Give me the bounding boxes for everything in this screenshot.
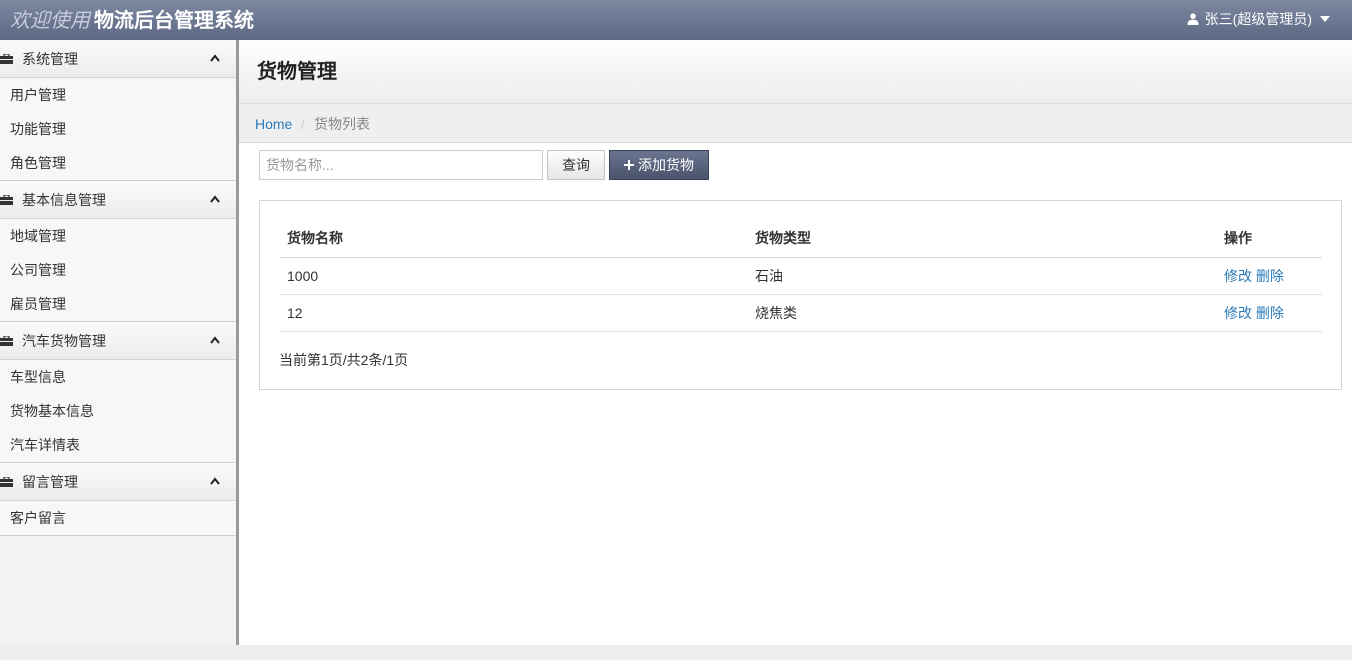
cell-actions: 修改 删除	[1216, 294, 1322, 332]
cargo-table-panel: 货物名称 货物类型 操作 1000 石油 修改 删除 12 烧焦类 修改 删除 …	[259, 200, 1342, 390]
sidebar-item-vehicle-type[interactable]: 车型信息	[0, 360, 236, 394]
sidebar-item-vehicle-details[interactable]: 汽车详情表	[0, 428, 236, 462]
edit-link[interactable]: 修改	[1224, 268, 1252, 284]
cell-actions: 修改 删除	[1216, 257, 1322, 295]
sidebar-group-label: 留言管理	[22, 474, 78, 490]
sidebar: 系统管理 用户管理 功能管理 角色管理 基本信息管理 地域管理 公司管理 雇员管…	[0, 40, 236, 645]
edit-link[interactable]: 修改	[1224, 305, 1252, 321]
column-header-actions: 操作	[1216, 220, 1322, 258]
delete-link[interactable]: 删除	[1256, 305, 1284, 321]
sidebar-group-basic-info[interactable]: 基本信息管理	[0, 181, 236, 219]
breadcrumb: Home / 货物列表	[239, 104, 1352, 143]
caret-down-icon	[1320, 16, 1330, 22]
cell-cargo-type: 石油	[747, 257, 1216, 295]
breadcrumb-separator: /	[301, 116, 305, 132]
sidebar-group-label: 汽车货物管理	[22, 333, 106, 349]
query-button[interactable]: 查询	[547, 150, 605, 180]
table-row: 12 烧焦类 修改 删除	[279, 294, 1322, 332]
chevron-up-icon	[210, 54, 220, 62]
delete-link[interactable]: 删除	[1256, 268, 1284, 284]
briefcase-icon	[0, 195, 13, 205]
sidebar-item-customer-messages[interactable]: 客户留言	[0, 501, 236, 535]
briefcase-icon	[0, 54, 13, 64]
sidebar-group-label: 基本信息管理	[22, 192, 106, 208]
cargo-name-search-input[interactable]	[259, 150, 543, 180]
top-bar: 欢迎使用 物流后台管理系统 张三(超级管理员)	[0, 0, 1352, 40]
cell-cargo-type: 烧焦类	[747, 294, 1216, 332]
column-header-cargo-name: 货物名称	[279, 220, 747, 258]
plus-icon	[624, 160, 634, 170]
table-row: 1000 石油 修改 删除	[279, 257, 1322, 295]
breadcrumb-home-link[interactable]: Home	[255, 116, 292, 132]
page-title: 货物管理	[257, 61, 337, 83]
user-icon	[1187, 13, 1199, 25]
sidebar-item-function-management[interactable]: 功能管理	[0, 112, 236, 146]
breadcrumb-current: 货物列表	[314, 116, 370, 132]
brand-system-name: 物流后台管理系统	[94, 8, 254, 32]
page-header: 货物管理	[239, 40, 1352, 104]
briefcase-icon	[0, 477, 13, 487]
briefcase-icon	[0, 336, 13, 346]
user-name: 张三(超级管理员)	[1204, 11, 1312, 27]
sidebar-item-employee-management[interactable]: 雇员管理	[0, 287, 236, 321]
sidebar-group-items: 用户管理 功能管理 角色管理	[0, 78, 236, 181]
main-content: 货物管理 Home / 货物列表 查询 添加货物 货物名称 货物类型 操作	[239, 40, 1352, 645]
chevron-up-icon	[210, 477, 220, 485]
sidebar-item-user-management[interactable]: 用户管理	[0, 78, 236, 112]
cargo-table: 货物名称 货物类型 操作 1000 石油 修改 删除 12 烧焦类 修改 删除	[279, 220, 1322, 332]
table-header-row: 货物名称 货物类型 操作	[279, 220, 1322, 258]
sidebar-group-vehicle-cargo[interactable]: 汽车货物管理	[0, 322, 236, 360]
sidebar-group-system[interactable]: 系统管理	[0, 40, 236, 78]
add-cargo-button-label: 添加货物	[638, 157, 694, 173]
sidebar-item-company-management[interactable]: 公司管理	[0, 253, 236, 287]
cell-cargo-name: 12	[279, 294, 747, 332]
chevron-up-icon	[210, 195, 220, 203]
brand: 欢迎使用 物流后台管理系统	[10, 6, 254, 35]
sidebar-item-cargo-basic-info[interactable]: 货物基本信息	[0, 394, 236, 428]
chevron-up-icon	[210, 336, 220, 344]
user-menu[interactable]: 张三(超级管理员)	[1187, 10, 1330, 28]
sidebar-group-items: 客户留言	[0, 501, 236, 536]
brand-welcome: 欢迎使用	[10, 8, 90, 32]
pagination-info: 当前第1页/共2条/1页	[279, 352, 409, 368]
sidebar-item-role-management[interactable]: 角色管理	[0, 146, 236, 180]
sidebar-group-label: 系统管理	[22, 51, 78, 67]
sidebar-item-region-management[interactable]: 地域管理	[0, 219, 236, 253]
add-cargo-button[interactable]: 添加货物	[609, 150, 709, 180]
bottom-strip	[0, 645, 1352, 660]
column-header-cargo-type: 货物类型	[747, 220, 1216, 258]
sidebar-group-messages[interactable]: 留言管理	[0, 463, 236, 501]
cell-cargo-name: 1000	[279, 257, 747, 295]
sidebar-group-items: 地域管理 公司管理 雇员管理	[0, 219, 236, 322]
sidebar-group-items: 车型信息 货物基本信息 汽车详情表	[0, 360, 236, 463]
